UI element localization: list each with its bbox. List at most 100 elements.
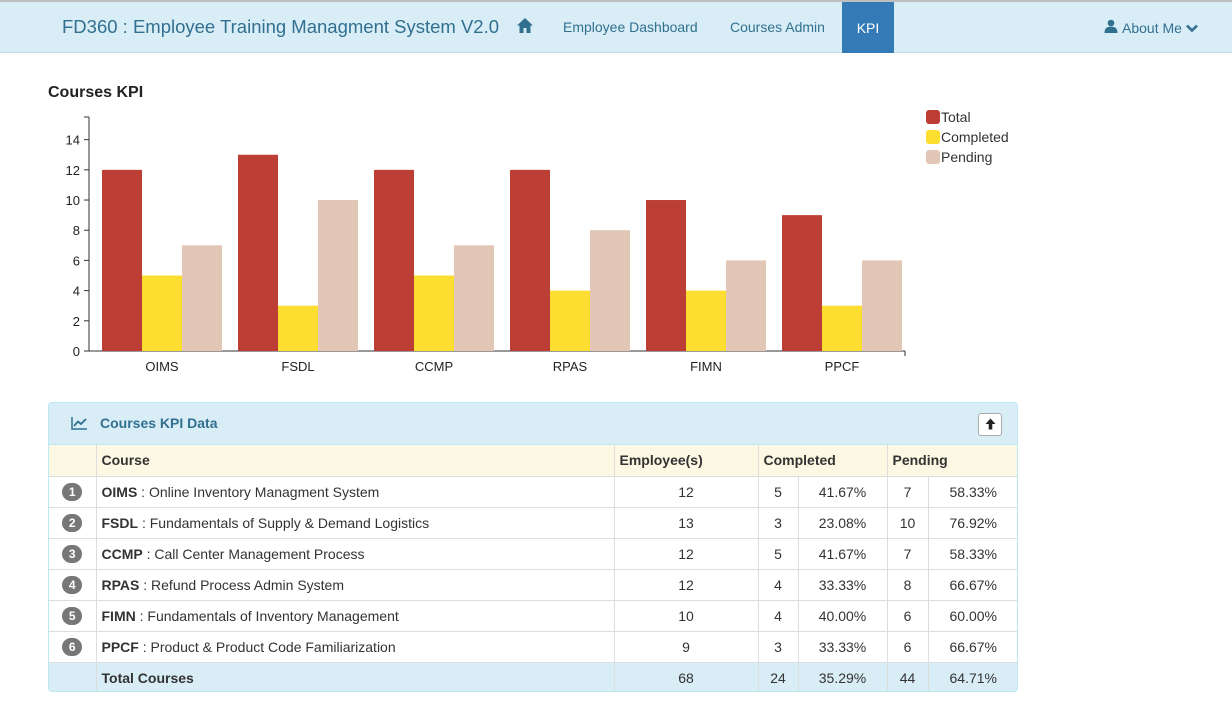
table-row: 4 RPAS : Refund Process Admin System 12 4 33… (49, 569, 1017, 601)
completed-count: 4 (758, 600, 799, 632)
header-pending[interactable]: Pending (887, 445, 1017, 477)
course-name: : Fundamentals of Supply & Demand Logist… (138, 514, 430, 531)
footer-completed: 24 (758, 662, 799, 691)
bar-total-fsdl (238, 154, 278, 351)
bar-completed-fsdl (278, 305, 318, 351)
row-number-badge: 1 (62, 482, 83, 501)
legend-item-pending: Pending (926, 147, 1009, 167)
row-index: 2 (49, 507, 97, 539)
header-employees[interactable]: Employee(s) (614, 445, 759, 477)
course-code[interactable]: FIMN (102, 608, 136, 624)
pending-count: 6 (887, 600, 929, 632)
row-index: 4 (49, 569, 97, 601)
x-tick-label: CCMP (415, 359, 453, 374)
bar-pending-fsdl (318, 200, 358, 351)
kpi-data-panel: Courses KPI Data Course Employee(s) Comp… (48, 402, 1018, 692)
y-tick-label: 12 (66, 163, 80, 178)
course-code[interactable]: OIMS (102, 484, 138, 500)
pending-count: 7 (887, 538, 929, 570)
legend-label-total: Total (941, 109, 971, 125)
bar-total-fimn (646, 200, 686, 351)
course-code[interactable]: CCMP (102, 546, 143, 562)
panel-heading: Courses KPI Data (49, 403, 1017, 445)
footer-pending-pct: 64.71% (928, 662, 1017, 691)
employees-cell: 12 (614, 476, 759, 508)
x-tick-label: FIMN (690, 359, 722, 374)
header-index (49, 445, 97, 477)
course-cell: RPAS : Refund Process Admin System (96, 569, 615, 601)
y-tick-label: 10 (66, 193, 80, 208)
x-tick-label: OIMS (145, 359, 179, 374)
y-tick-label: 14 (66, 133, 80, 148)
completed-count: 3 (758, 507, 799, 539)
collapse-panel-button[interactable] (978, 413, 1002, 436)
nav-employee-dashboard[interactable]: Employee Dashboard (563, 19, 698, 35)
row-number-badge: 5 (62, 606, 83, 625)
bar-total-ccmp (374, 169, 414, 351)
bar-pending-oims (182, 245, 222, 351)
completed-count: 3 (758, 631, 799, 663)
table-row: 1 OIMS : Online Inventory Managment Syste… (49, 476, 1017, 508)
chart-legend: Total Completed Pending (926, 107, 1009, 167)
table-header-row: Course Employee(s) Completed Pending (49, 445, 1017, 477)
header-completed[interactable]: Completed (758, 445, 888, 477)
footer-index (49, 662, 97, 691)
kpi-table: Course Employee(s) Completed Pending 1 OI… (49, 445, 1017, 691)
course-cell: FSDL : Fundamentals of Supply & Demand L… (96, 507, 615, 539)
course-name: : Call Center Management Process (142, 545, 365, 562)
about-me-label: About Me (1122, 19, 1182, 36)
course-name: : Product & Product Code Familiarization (138, 638, 396, 655)
course-cell: CCMP : Call Center Management Process (96, 538, 615, 570)
x-tick-label: PPCF (825, 359, 860, 374)
employees-cell: 9 (614, 631, 759, 663)
line-chart-icon (71, 416, 88, 433)
row-index: 6 (49, 631, 97, 663)
completed-count: 5 (758, 476, 799, 508)
course-name: : Fundamentals of Inventory Management (135, 607, 399, 624)
footer-employees: 68 (614, 662, 759, 691)
header-course[interactable]: Course (96, 445, 615, 477)
arrow-up-icon (985, 417, 996, 433)
row-number-badge: 2 (62, 513, 83, 532)
completed-percent: 23.08% (798, 507, 888, 539)
course-name: : Online Inventory Managment System (137, 483, 380, 500)
course-code[interactable]: FSDL (102, 515, 139, 531)
bar-completed-ccmp (414, 275, 454, 351)
completed-percent: 33.33% (798, 631, 888, 663)
row-index: 3 (49, 538, 97, 570)
legend-item-total: Total (926, 107, 1009, 127)
table-row: 6 PPCF : Product & Product Code Familiari… (49, 631, 1017, 663)
legend-swatch-total (926, 110, 940, 124)
y-tick-label: 8 (73, 223, 80, 238)
about-me-dropdown[interactable]: About Me (1104, 19, 1198, 36)
home-icon[interactable] (516, 17, 536, 37)
bar-completed-ppcf (822, 305, 862, 351)
course-cell: FIMN : Fundamentals of Inventory Managem… (96, 600, 615, 632)
x-tick-label: FSDL (281, 359, 314, 374)
pending-count: 10 (887, 507, 929, 539)
employees-cell: 12 (614, 538, 759, 570)
course-code[interactable]: RPAS (102, 577, 140, 593)
nav-courses-admin[interactable]: Courses Admin (730, 19, 825, 35)
completed-count: 4 (758, 569, 799, 601)
completed-percent: 41.67% (798, 538, 888, 570)
course-code[interactable]: PPCF (102, 639, 139, 655)
legend-label-completed: Completed (941, 129, 1009, 145)
completed-percent: 41.67% (798, 476, 888, 508)
pending-percent: 58.33% (928, 538, 1017, 570)
pending-percent: 60.00% (928, 600, 1017, 632)
pending-percent: 66.67% (928, 631, 1017, 663)
top-navbar: FD360 : Employee Training Managment Syst… (0, 0, 1232, 53)
pending-count: 8 (887, 569, 929, 601)
nav-kpi[interactable]: KPI (842, 2, 894, 53)
row-index: 5 (49, 600, 97, 632)
footer-pending: 44 (887, 662, 929, 691)
app-brand[interactable]: FD360 : Employee Training Managment Syst… (62, 16, 499, 38)
pending-percent: 76.92% (928, 507, 1017, 539)
employees-cell: 12 (614, 569, 759, 601)
y-tick-label: 0 (73, 344, 80, 359)
row-number-badge: 6 (62, 637, 83, 656)
pending-count: 7 (887, 476, 929, 508)
bar-pending-ppcf (862, 260, 902, 351)
bar-pending-ccmp (454, 245, 494, 351)
